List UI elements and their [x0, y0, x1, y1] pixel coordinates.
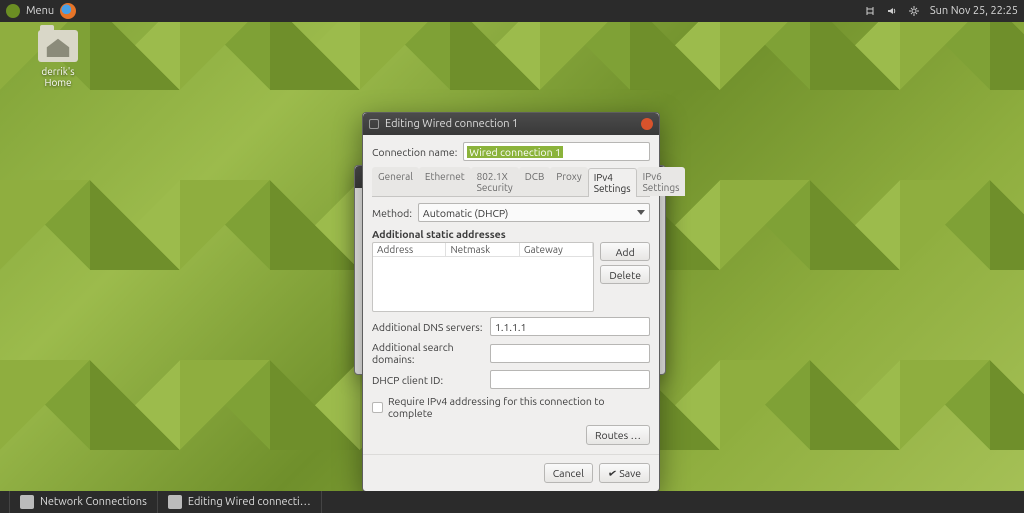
- taskbar-item-network-connections[interactable]: Network Connections: [10, 491, 158, 513]
- search-domains-label: Additional search domains:: [372, 341, 484, 365]
- method-label: Method:: [372, 207, 412, 219]
- top-panel: Menu Sun Nov 25, 22:25: [0, 0, 1024, 22]
- menu-icon[interactable]: [6, 4, 20, 18]
- search-domains-input[interactable]: [490, 344, 650, 363]
- home-folder-label: derrik's Home: [28, 66, 88, 88]
- dns-input[interactable]: [490, 317, 650, 336]
- address-list[interactable]: Address Netmask Gateway: [372, 242, 594, 312]
- home-folder-icon[interactable]: derrik's Home: [28, 30, 88, 88]
- window-icon: [369, 119, 379, 129]
- menu-label[interactable]: Menu: [26, 5, 54, 17]
- delete-button[interactable]: Delete: [600, 265, 650, 284]
- close-icon[interactable]: [641, 118, 653, 130]
- show-desktop-button[interactable]: [0, 491, 10, 513]
- static-addresses-heading: Additional static addresses: [372, 228, 650, 240]
- dhcp-client-id-label: DHCP client ID:: [372, 374, 484, 386]
- window-list-icon: [20, 495, 34, 509]
- tab-dcb[interactable]: DCB: [519, 167, 551, 196]
- connection-name-value: Wired connection 1: [467, 146, 563, 158]
- col-address: Address: [373, 243, 446, 256]
- bottom-panel: Network Connections Editing Wired connec…: [0, 491, 1024, 513]
- add-button[interactable]: Add: [600, 242, 650, 261]
- tab-ethernet[interactable]: Ethernet: [419, 167, 471, 196]
- tab-ipv6[interactable]: IPv6 Settings: [637, 167, 686, 196]
- dhcp-client-id-input[interactable]: [490, 370, 650, 389]
- window-list-icon: [168, 495, 182, 509]
- firefox-icon[interactable]: [60, 3, 76, 19]
- edit-connection-dialog: Editing Wired connection 1 Connection na…: [362, 112, 660, 492]
- routes-button[interactable]: Routes …: [586, 425, 650, 445]
- col-netmask: Netmask: [446, 243, 519, 256]
- method-value: Automatic (DHCP): [423, 207, 508, 219]
- settings-tray-icon[interactable]: [908, 5, 920, 17]
- save-label: Save: [619, 467, 641, 479]
- cancel-button[interactable]: Cancel: [544, 463, 593, 483]
- dns-label: Additional DNS servers:: [372, 321, 484, 333]
- taskbar-item-editing-wired[interactable]: Editing Wired connecti…: [158, 491, 322, 513]
- tab-8021x[interactable]: 802.1X Security: [471, 167, 519, 196]
- connection-name-input[interactable]: Wired connection 1: [463, 142, 650, 161]
- method-combo[interactable]: Automatic (DHCP): [418, 203, 650, 222]
- tab-proxy[interactable]: Proxy: [550, 167, 587, 196]
- taskbar-item-label: Network Connections: [40, 496, 147, 508]
- volume-tray-icon[interactable]: [886, 5, 898, 17]
- network-tray-icon[interactable]: [864, 5, 876, 17]
- tab-ipv4[interactable]: IPv4 Settings: [588, 168, 637, 197]
- require-ipv4-checkbox[interactable]: [372, 402, 383, 413]
- connection-name-label: Connection name:: [372, 146, 457, 158]
- taskbar-item-label: Editing Wired connecti…: [188, 496, 311, 508]
- dialog-titlebar[interactable]: Editing Wired connection 1: [363, 113, 659, 135]
- require-ipv4-label: Require IPv4 addressing for this connect…: [388, 395, 650, 419]
- tab-bar: General Ethernet 802.1X Security DCB Pro…: [372, 167, 650, 197]
- tab-general[interactable]: General: [372, 167, 419, 196]
- col-gateway: Gateway: [520, 243, 593, 256]
- check-icon: ✔: [607, 466, 618, 480]
- chevron-down-icon: [637, 210, 645, 215]
- save-button[interactable]: ✔ Save: [599, 463, 650, 483]
- clock[interactable]: Sun Nov 25, 22:25: [930, 5, 1018, 17]
- dialog-title: Editing Wired connection 1: [385, 118, 518, 130]
